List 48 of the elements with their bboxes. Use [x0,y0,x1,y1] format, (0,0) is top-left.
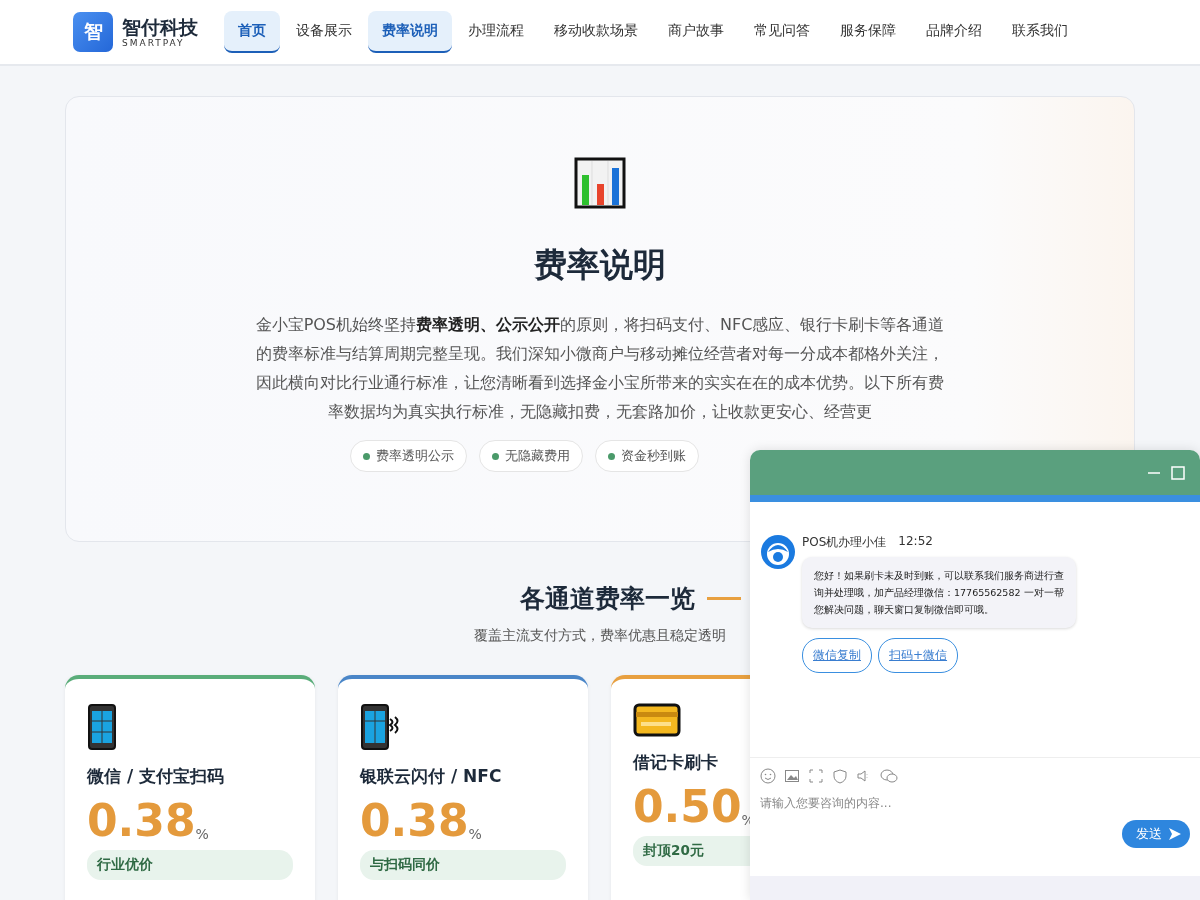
nav-item[interactable]: 首页 [224,11,280,53]
nav-item[interactable]: 设备展示 [282,11,366,53]
logo-icon: 智 [73,12,113,52]
rate-tag: 行业优价 [87,850,293,880]
title-dash [706,597,741,600]
bank-card-icon [633,703,681,737]
bar-chart-icon [574,157,626,209]
percent-sign: % [195,826,209,842]
message-bubble: 您好！如果刷卡未及时到账，可以联系我们服务商进行查询并处理哦，加产品经理微信：17765562582 一对一帮您解决问题，聊天窗口复制微信即可哦。 [802,557,1076,628]
quick-reply-button[interactable]: 微信复制 [802,638,872,673]
fullscreen-icon[interactable] [808,768,824,784]
phone-icon [87,703,119,751]
brand-name: 智付科技 [122,16,198,38]
percent-sign: % [468,826,482,842]
wechat-icon[interactable] [880,768,898,784]
nav-item[interactable]: 常见问答 [740,11,824,53]
emoji-icon[interactable] [760,768,776,784]
nav-item[interactable]: 联系我们 [998,11,1082,53]
section-subtitle: 覆盖主流支付方式，费率优惠且稳定透明 [474,627,726,645]
quick-reply-button[interactable]: 扫码+微信 [878,638,959,673]
page-title: 费率说明 [534,244,666,286]
maximize-icon[interactable] [1170,464,1186,481]
rate-value: 0.38 [87,796,196,846]
sender-name: POS机办理小佳 [802,534,887,551]
nav-item[interactable]: 办理流程 [454,11,538,53]
send-icon [1168,827,1182,841]
rate-value: 0.38 [360,796,469,846]
channel-name: 微信 / 支付宝扫码 [87,765,226,788]
shield-icon[interactable] [832,768,848,784]
rate-tag: 与扫码同价 [360,850,566,880]
nav-item[interactable]: 服务保障 [826,11,910,53]
image-icon[interactable] [784,768,800,784]
agent-avatar [760,534,796,570]
section-title: 各通道费率一览 [519,583,695,615]
intro-paragraph: 金小宝POS机始终坚持费率透明、公示公开的原则，将扫码支付、NFC感应、银行卡刷卡等各通道的费率标准与结算周期完整呈现。我们深知小微商户与移动摊位经营者对每一分成本都格外关注，因此横向对比行业通行标准，让您清晰看到选择金小宝所带来的实实在在的成本优势。以下所有费率数据均为真实执行标准，无隐藏扣费，无套路加价，让收款更安心、经营更 [255,314,945,423]
nav-item[interactable]: 商户故事 [654,11,738,53]
send-button[interactable]: 发送 [1122,820,1190,848]
feature-pill: 资金秒到账 [595,440,699,472]
nav-item[interactable]: 移动收款场景 [540,11,652,53]
message-time: 12:52 [898,534,933,550]
feature-pill: 费率透明公示 [350,440,467,472]
rate-value: 0.50 [633,782,742,832]
nav-item[interactable]: 品牌介绍 [912,11,996,53]
feature-pill: 无隐藏费用 [479,440,583,472]
channel-name: 借记卡刷卡 [633,751,719,774]
brand-tagline: SMARTPAY [122,38,186,48]
channel-name: 银联云闪付 / NFC [360,765,503,788]
nav-item[interactable]: 费率说明 [368,11,452,53]
